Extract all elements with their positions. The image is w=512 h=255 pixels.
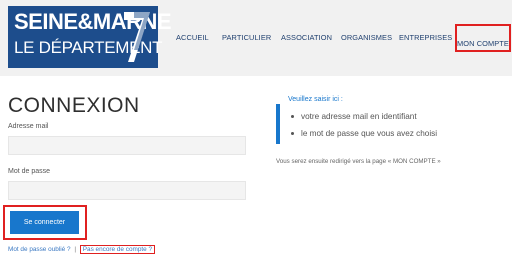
info-heading: Veuillez saisir ici : (288, 96, 343, 103)
bullet-icon (291, 132, 294, 136)
site-logo[interactable]: SEINE&MARNE LE DÉPARTEMENT (8, 6, 172, 68)
logo-77-mark (124, 12, 150, 62)
info-item-text: le mot de passe que vous avez choisi (301, 129, 438, 138)
nav-association[interactable]: ASSOCIATION (281, 33, 332, 42)
forgot-password-link[interactable]: Mot de passe oublié ? (8, 246, 71, 253)
nav-particulier[interactable]: PARTICULIER (222, 33, 271, 42)
bullet-icon (291, 115, 294, 119)
info-item: le mot de passe que vous avez choisi (291, 129, 437, 138)
nav-accueil[interactable]: ACCUEIL (176, 33, 209, 42)
login-button-highlight: Se connecter (3, 205, 87, 240)
nav-mon-compte-label: MON COMPTE (457, 39, 509, 48)
info-accent-bar (276, 104, 280, 144)
info-item: votre adresse mail en identifiant (291, 112, 417, 121)
nav-organismes[interactable]: ORGANISMES (341, 33, 392, 42)
info-item-text: votre adresse mail en identifiant (301, 112, 417, 121)
redirect-note: Vous serez ensuite redirigé vers la page… (276, 158, 441, 165)
nav-mon-compte[interactable]: MON COMPTE (455, 24, 511, 52)
page-title: CONNEXION (8, 94, 140, 117)
email-field[interactable] (8, 136, 246, 155)
link-separator: | (74, 246, 76, 253)
email-label: Adresse mail (8, 123, 49, 130)
nav-entreprises[interactable]: ENTREPRISES (399, 33, 452, 42)
password-field[interactable] (8, 181, 246, 200)
login-button[interactable]: Se connecter (10, 211, 79, 234)
register-link[interactable]: Pas encore de compte ? (79, 245, 156, 254)
password-label: Mot de passe (8, 168, 51, 175)
site-header: SEINE&MARNE LE DÉPARTEMENT ACCUEIL PARTI… (0, 0, 512, 76)
account-links: Mot de passe oublié ? | Pas encore de co… (8, 245, 156, 254)
